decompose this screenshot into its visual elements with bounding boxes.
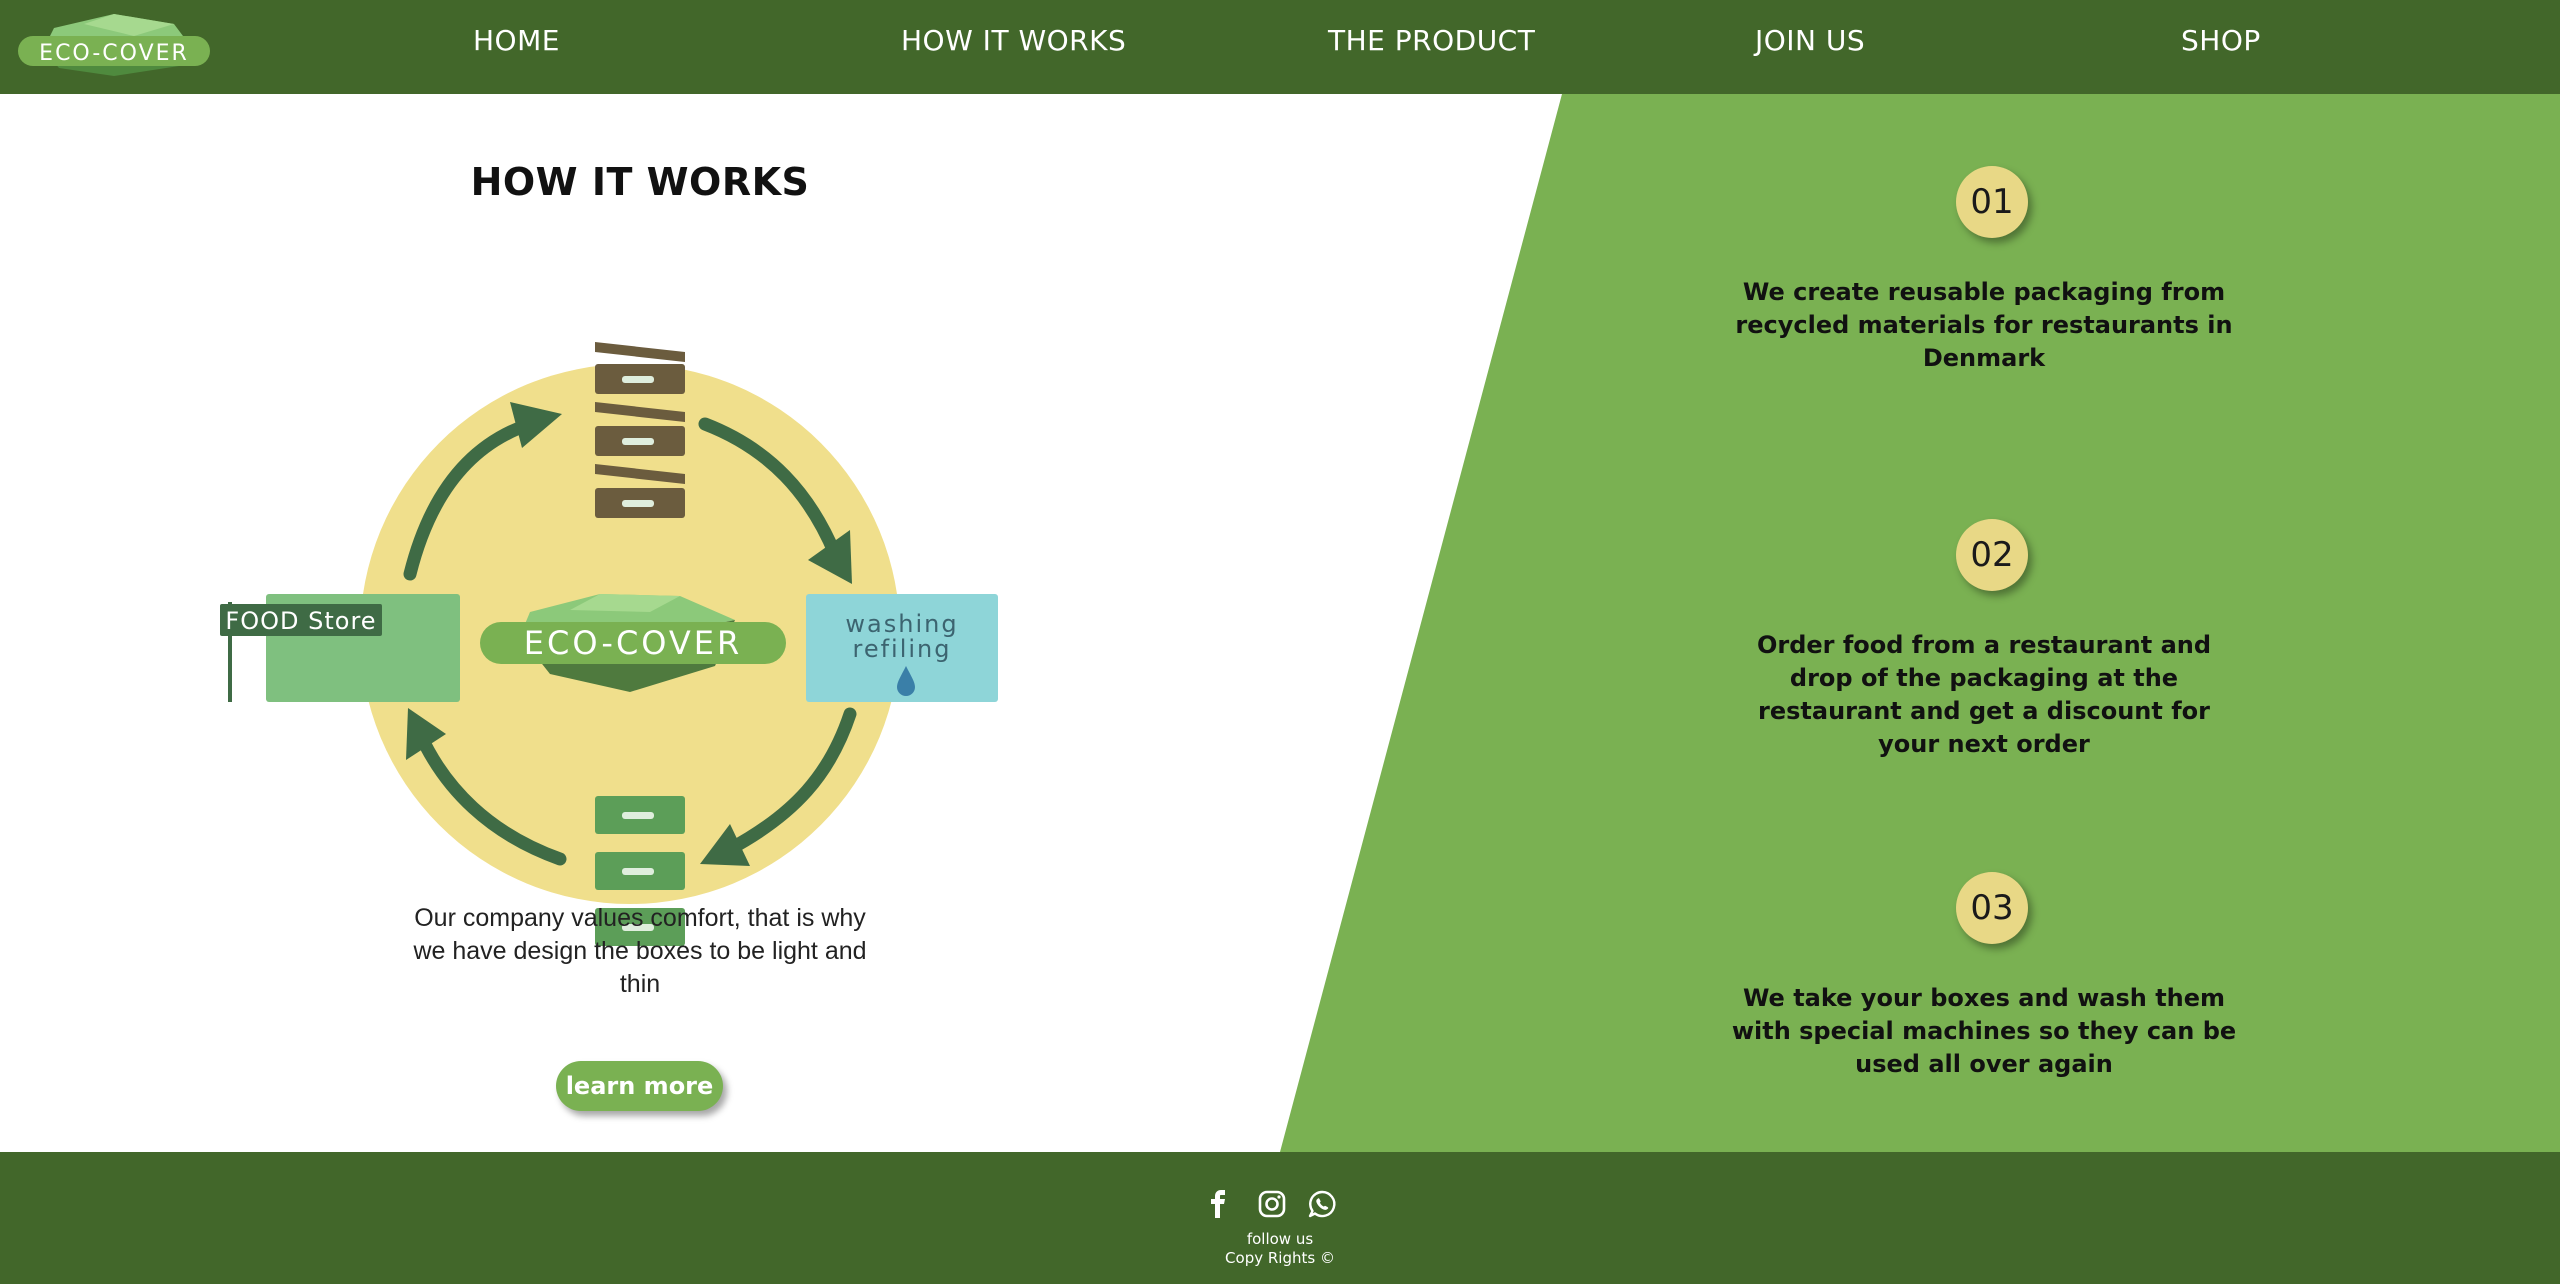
washing-station: washing refiling	[806, 594, 998, 702]
step-1-text: We create reusable packaging from recycl…	[1735, 278, 2233, 372]
nav-the-product[interactable]: THE PRODUCT	[1328, 24, 1535, 57]
food-store-label: FOOD Store	[225, 607, 376, 635]
instagram-icon[interactable]	[1256, 1188, 1288, 1220]
section-title: HOW IT WORKS	[470, 160, 810, 204]
nav-shop[interactable]: SHOP	[2181, 24, 2261, 57]
svg-text:ECO-COVER: ECO-COVER	[39, 41, 189, 66]
step-2-badge: 02	[1956, 519, 2028, 591]
food-store: FOOD Store	[220, 594, 460, 702]
eco-cover-logo[interactable]: ECO-COVER	[14, 10, 214, 80]
step-1-badge: 01	[1956, 166, 2028, 238]
step-3-badge: 03	[1956, 872, 2028, 944]
facebook-icon[interactable]	[1203, 1188, 1235, 1220]
cycle-diagram: FOOD Store washing refiling ECO-COVER	[210, 234, 1010, 954]
copyright-text: Copy Rights ©	[1225, 1249, 1335, 1267]
nav-join-us[interactable]: JOIN US	[1755, 24, 1865, 57]
nav-how-it-works[interactable]: HOW IT WORKS	[901, 24, 1126, 57]
washing-label: washing	[845, 610, 958, 638]
top-nav: ECO-COVER HOME HOW IT WORKS THE PRODUCT …	[0, 0, 2560, 94]
step-2-text: Order food from a restaurant and drop of…	[1756, 631, 2212, 758]
center-logo-text: ECO-COVER	[524, 624, 743, 662]
follow-us-label: follow us	[1246, 1230, 1314, 1248]
whatsapp-icon[interactable]	[1306, 1188, 1338, 1220]
refiling-label: refiling	[852, 635, 951, 663]
nav-home[interactable]: HOME	[473, 24, 560, 57]
footer: follow us Copy Rights ©	[0, 1152, 2560, 1284]
learn-more-button[interactable]: learn more	[556, 1061, 723, 1111]
top-box-stack	[595, 342, 685, 518]
main-content: HOW IT WORKS FOOD Store washing refiling…	[0, 94, 2560, 1152]
values-text: Our company values comfort, that is why …	[413, 904, 867, 998]
step-3-text: We take your boxes and wash them with sp…	[1731, 984, 2237, 1078]
